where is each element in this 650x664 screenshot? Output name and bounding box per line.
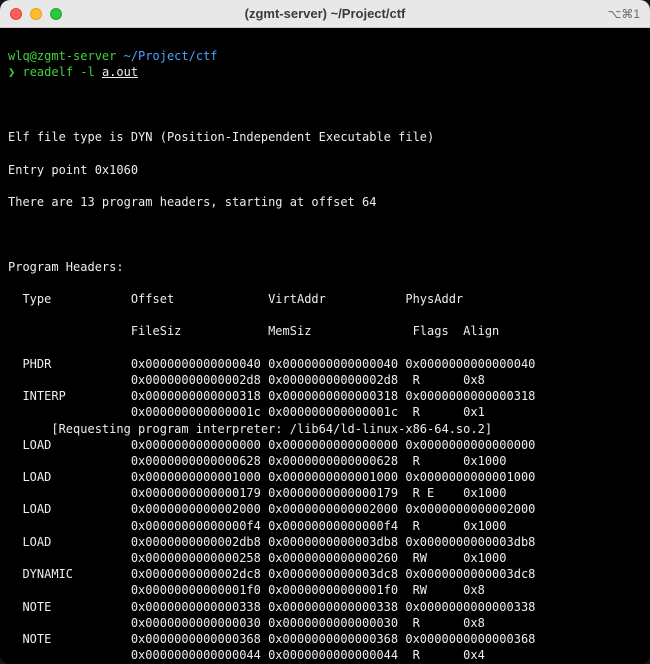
header-row: NOTE 0x0000000000000368 0x00000000000003… [8,631,642,647]
header-row: 0x000000000000001c 0x000000000000001c R … [8,404,642,420]
window-title: (zgmt-server) ~/Project/ctf [0,6,650,21]
header-row: 0x0000000000000030 0x0000000000000030 R … [8,615,642,631]
zoom-icon[interactable] [50,8,62,20]
blank-line [8,97,642,113]
command-text: readelf -l [22,65,94,79]
header-row: NOTE 0x0000000000000338 0x00000000000003… [8,599,642,615]
header-row: LOAD 0x0000000000001000 0x00000000000010… [8,469,642,485]
prompt-path: ~/Project/ctf [124,49,218,63]
elf-count-line: There are 13 program headers, starting a… [8,194,642,210]
close-icon[interactable] [10,8,22,20]
header-row: LOAD 0x0000000000000000 0x00000000000000… [8,437,642,453]
column-header-row2: FileSiz MemSiz Flags Align [8,323,642,339]
terminal-body[interactable]: wlq@zgmt-server ~/Project/ctf ❯ readelf … [0,28,650,664]
titlebar[interactable]: (zgmt-server) ~/Project/ctf ⌥⌘1 [0,0,650,28]
minimize-icon[interactable] [30,8,42,20]
window-controls [10,8,62,20]
shortcut-label: ⌥⌘1 [607,7,640,21]
prompt-line: wlq@zgmt-server ~/Project/ctf ❯ readelf … [8,48,642,80]
elf-entry-line: Entry point 0x1060 [8,162,642,178]
header-row: LOAD 0x0000000000002db8 0x0000000000003d… [8,534,642,550]
header-row: 0x00000000000000f4 0x00000000000000f4 R … [8,518,642,534]
header-row: 0x0000000000000044 0x0000000000000044 R … [8,647,642,663]
column-header-row1: Type Offset VirtAddr PhysAddr [8,291,642,307]
header-row: PHDR 0x0000000000000040 0x00000000000000… [8,356,642,372]
terminal-window: (zgmt-server) ~/Project/ctf ⌥⌘1 wlq@zgmt… [0,0,650,664]
command-arg: a.out [102,65,138,79]
section-title: Program Headers: [8,259,642,275]
program-headers-table: PHDR 0x0000000000000040 0x00000000000000… [8,356,642,664]
header-row: 0x0000000000000179 0x0000000000000179 R … [8,485,642,501]
header-row: INTERP 0x0000000000000318 0x000000000000… [8,388,642,404]
prompt-user: wlq@zgmt-server [8,49,116,63]
header-row: 0x00000000000002d8 0x00000000000002d8 R … [8,372,642,388]
elf-type-line: Elf file type is DYN (Position-Independe… [8,129,642,145]
blank-line [8,226,642,242]
header-row: 0x00000000000001f0 0x00000000000001f0 RW… [8,582,642,598]
header-row: DYNAMIC 0x0000000000002dc8 0x00000000000… [8,566,642,582]
header-row: 0x0000000000000628 0x0000000000000628 R … [8,453,642,469]
header-row: LOAD 0x0000000000002000 0x00000000000020… [8,501,642,517]
header-row: 0x0000000000000258 0x0000000000000260 RW… [8,550,642,566]
prompt-symbol: ❯ [8,65,15,79]
interpreter-note: [Requesting program interpreter: /lib64/… [8,421,642,437]
